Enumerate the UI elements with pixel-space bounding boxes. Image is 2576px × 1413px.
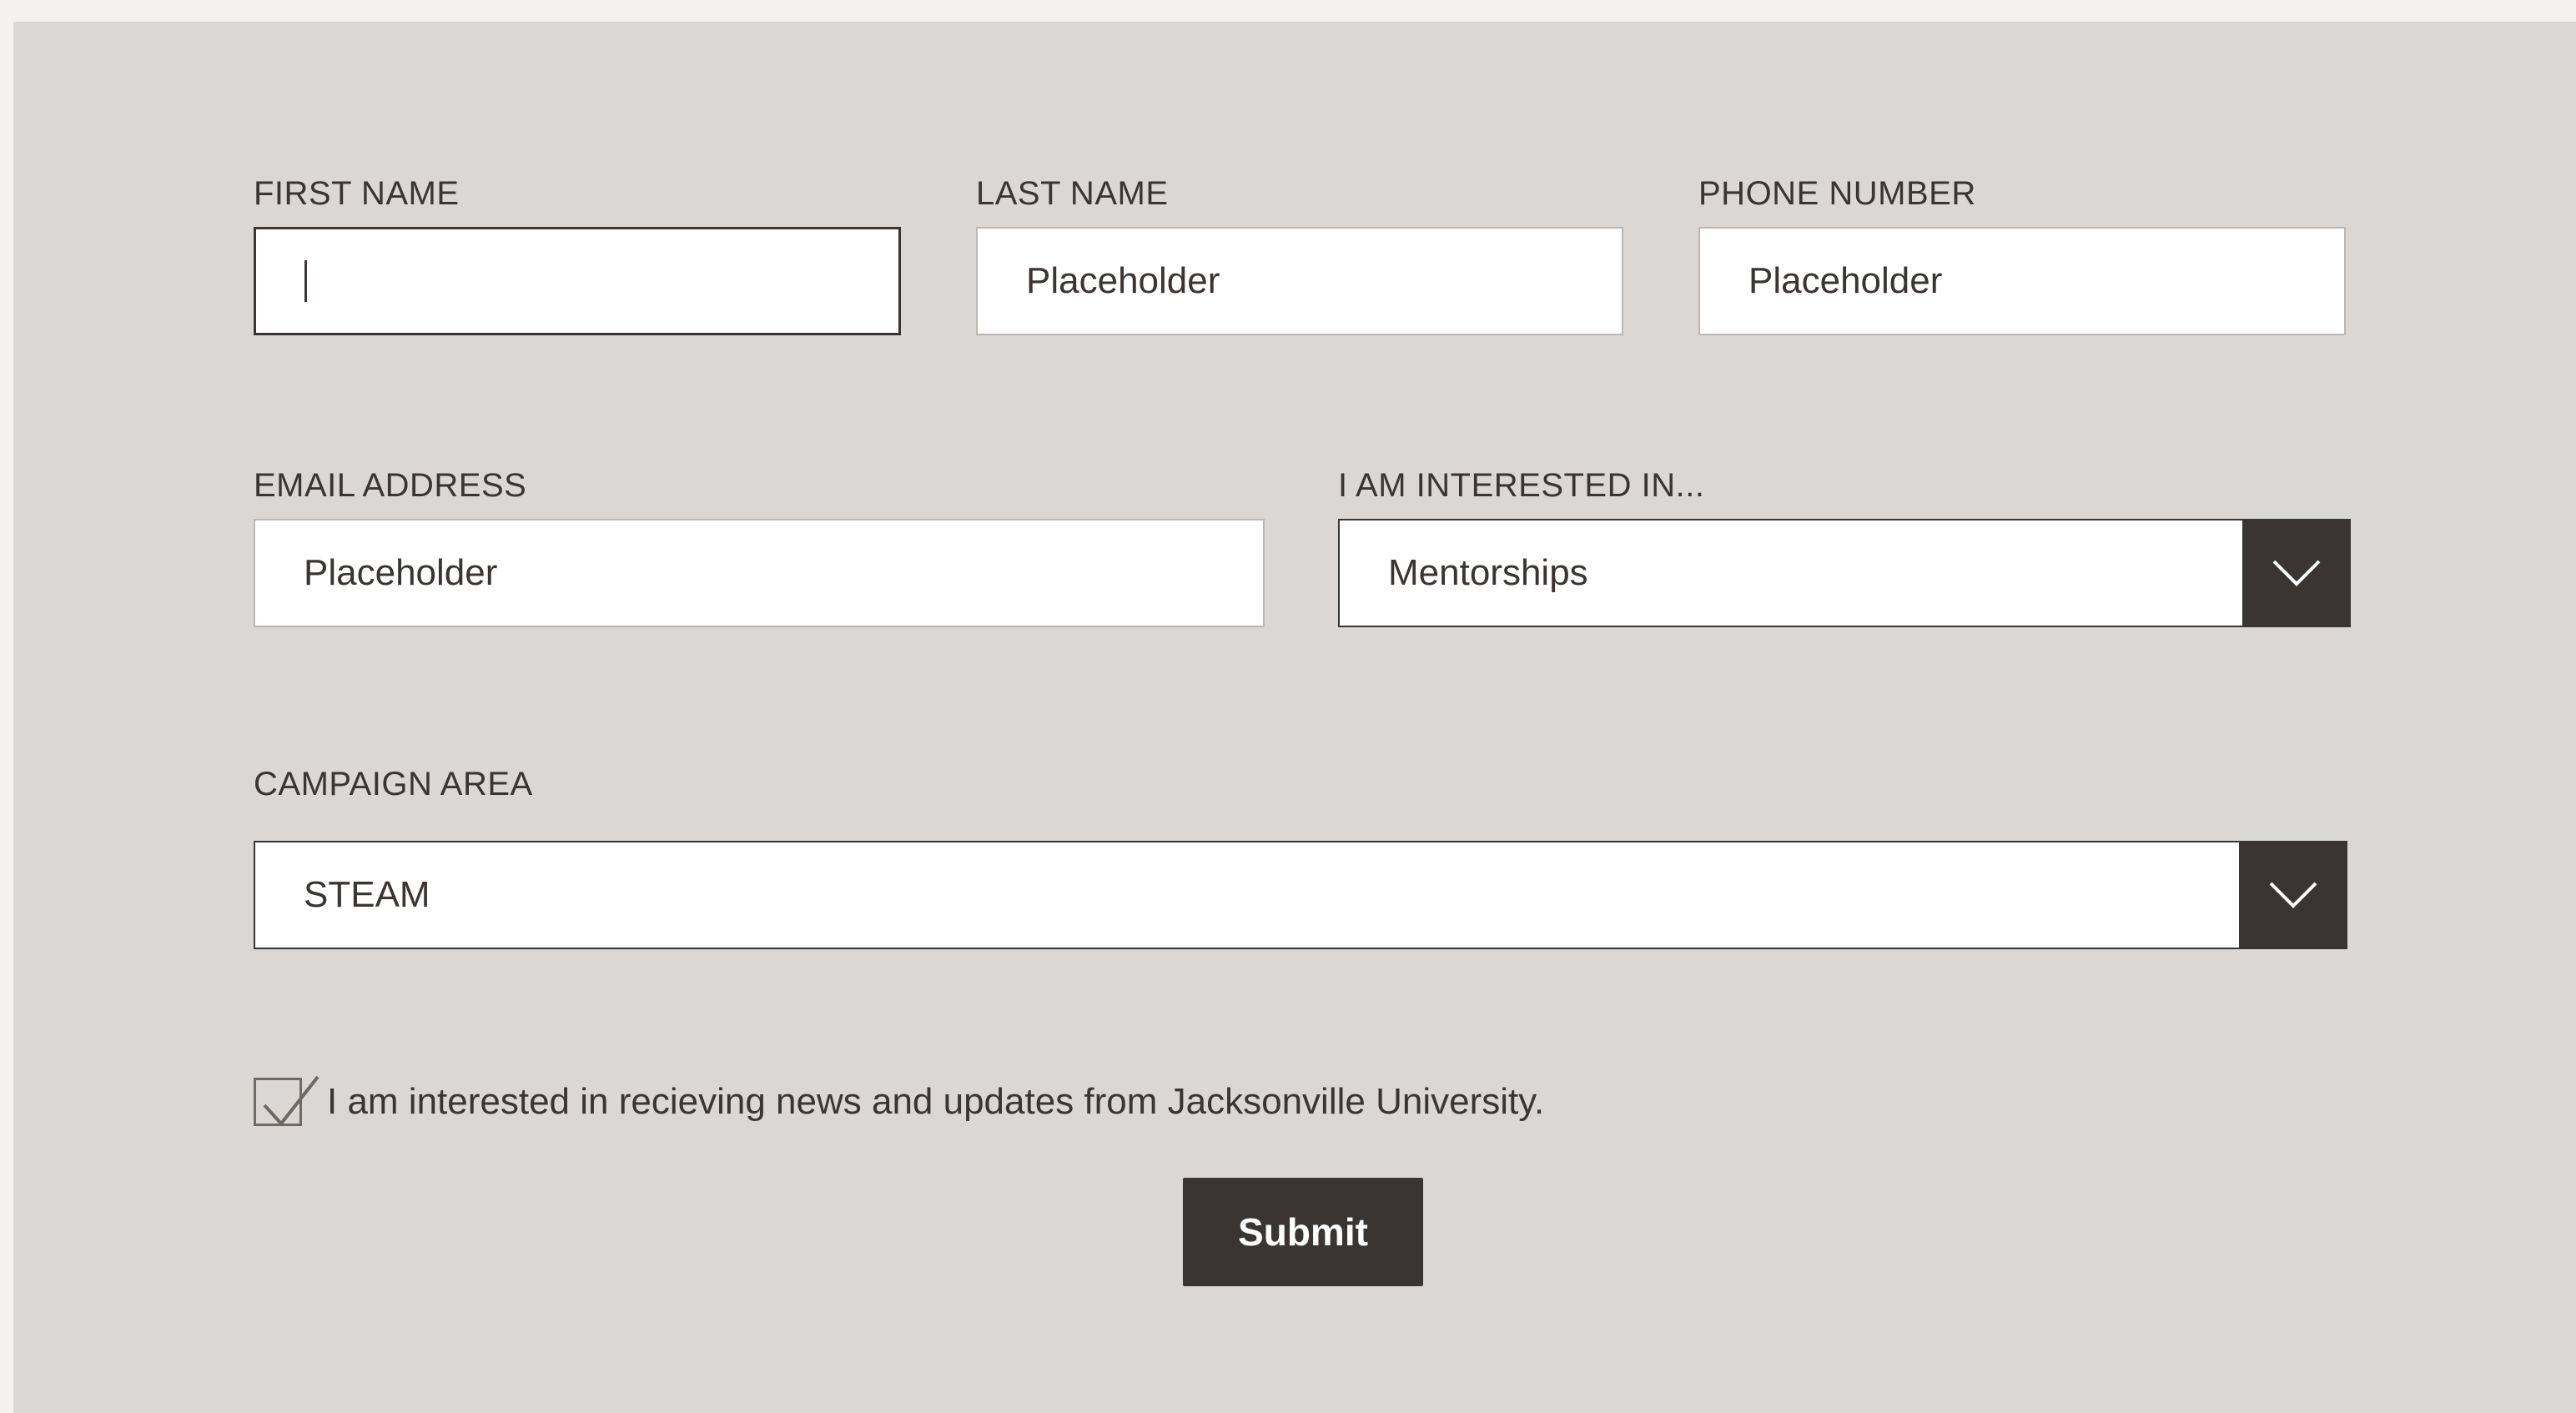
- campaign-area-selected-value: STEAM: [304, 874, 430, 915]
- email-address-value: Placeholder: [304, 552, 498, 593]
- campaign-area-label: CAMPAIGN AREA: [254, 766, 533, 802]
- interest-selected-value: Mentorships: [1388, 552, 1588, 593]
- interest-dropdown-button[interactable]: [2242, 519, 2351, 627]
- contact-form: FIRST NAME LAST NAME Placeholder PHONE N…: [13, 22, 2576, 1413]
- first-name-field[interactable]: [254, 227, 901, 335]
- interest-label: I AM INTERESTED IN...: [1338, 467, 1705, 504]
- last-name-field[interactable]: Placeholder: [976, 227, 1623, 335]
- campaign-area-select[interactable]: STEAM: [254, 841, 2347, 949]
- last-name-value: Placeholder: [1026, 260, 1220, 301]
- phone-number-value: Placeholder: [1748, 260, 1943, 301]
- chevron-down-icon: [2269, 882, 2317, 908]
- newsletter-checkbox[interactable]: [254, 1075, 319, 1127]
- phone-number-field[interactable]: Placeholder: [1698, 227, 2346, 335]
- email-address-field[interactable]: Placeholder: [254, 519, 1265, 627]
- interest-select[interactable]: Mentorships: [1338, 519, 2351, 627]
- last-name-label: LAST NAME: [976, 175, 1169, 212]
- text-caret: [304, 260, 307, 302]
- first-name-label: FIRST NAME: [254, 175, 460, 212]
- chevron-down-icon: [2272, 560, 2321, 586]
- email-address-label: EMAIL ADDRESS: [254, 467, 527, 504]
- campaign-area-dropdown-button[interactable]: [2239, 841, 2347, 949]
- newsletter-checkbox-label: I am interested in recieving news and up…: [327, 1081, 1545, 1122]
- phone-number-label: PHONE NUMBER: [1698, 175, 1976, 212]
- submit-button[interactable]: Submit: [1183, 1178, 1423, 1286]
- checkmark-icon: [263, 1075, 319, 1127]
